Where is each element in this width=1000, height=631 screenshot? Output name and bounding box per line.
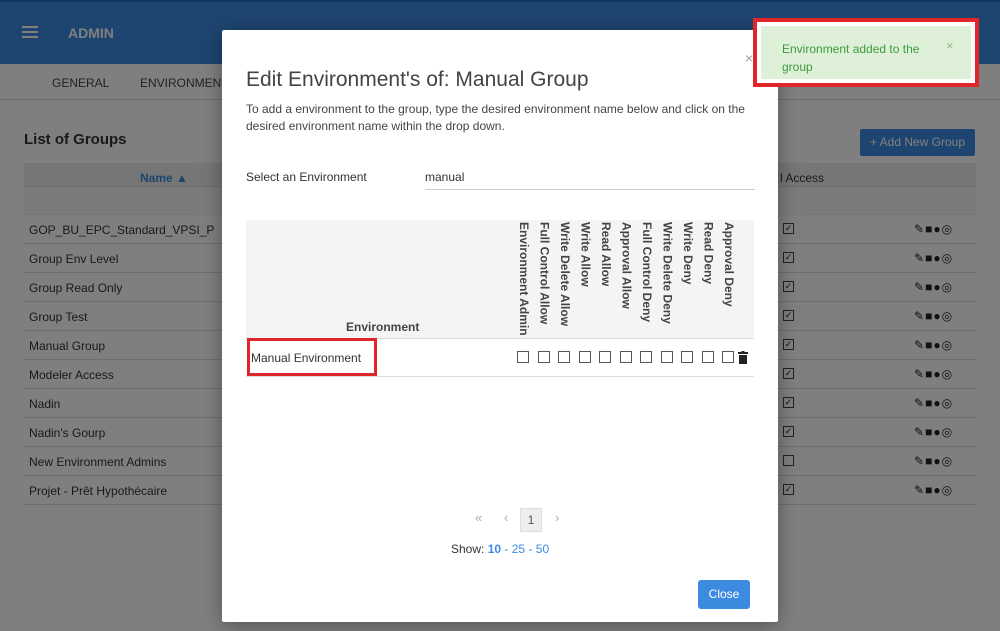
permission-column-header: Read Allow — [596, 222, 616, 337]
page-size-25[interactable]: 25 — [512, 542, 525, 556]
permission-checkbox[interactable] — [537, 351, 550, 363]
page-size-10[interactable]: 10 — [488, 542, 501, 556]
edit-environments-modal: × Edit Environment's of: Manual Group To… — [222, 30, 778, 622]
permission-column-header: Read Deny — [699, 222, 719, 337]
modal-close-icon[interactable]: × — [745, 50, 753, 66]
permission-checkbox[interactable] — [640, 351, 652, 363]
permission-column-label: Full Control Allow — [537, 222, 552, 325]
page-size-50[interactable]: 50 — [536, 542, 549, 556]
page-size-sep: - — [528, 542, 533, 556]
permission-column-header: Approval Allow — [617, 222, 637, 337]
permission-checkbox[interactable] — [517, 351, 529, 363]
permission-column-label: Environment Admin — [517, 222, 531, 336]
modal-description: To add a environment to the group, type … — [246, 102, 745, 133]
select-environment-label: Select an Environment — [246, 170, 367, 184]
toast-close-icon[interactable]: × — [946, 38, 954, 53]
modal-title: Edit Environment's of: Manual Group — [246, 68, 589, 91]
permission-column-header: Write Deny — [678, 222, 698, 337]
permission-checkbox[interactable] — [660, 351, 673, 363]
permission-checkbox[interactable] — [558, 351, 570, 363]
permission-checkbox[interactable] — [701, 351, 714, 363]
permission-column-header: Write Delete Deny — [658, 222, 678, 337]
permission-checkbox[interactable] — [619, 351, 632, 363]
permission-checkbox[interactable] — [722, 351, 734, 363]
highlight-box — [247, 338, 377, 376]
permission-column-label: Approval Allow — [619, 222, 634, 309]
page-size-selector: Show: 10 - 25 - 50 — [451, 542, 549, 556]
permissions-table-header: Environment Environment Admin Full Contro… — [246, 220, 754, 339]
show-label: Show: — [451, 542, 485, 556]
permission-column-label: Read Allow — [599, 222, 613, 287]
permission-column-label: Read Deny — [701, 222, 716, 285]
permission-column-header: Approval Deny — [719, 222, 739, 337]
permission-column-label: Write Delete Allow — [558, 222, 572, 327]
trash-icon[interactable] — [738, 351, 748, 364]
next-page-icon[interactable]: › — [555, 510, 559, 525]
column-header-environment: Environment — [346, 320, 420, 334]
permission-checkbox[interactable] — [599, 351, 611, 363]
permission-column-label: Write Deny — [681, 222, 695, 285]
permission-column-header: Full Control Deny — [637, 222, 657, 337]
permission-column-header: Write Delete Allow — [555, 222, 575, 337]
toast-highlight: Environment added to the group × — [753, 18, 979, 87]
toast-message: Environment added to the group — [782, 42, 920, 74]
pagination: « ‹ 1 › — [222, 508, 778, 532]
permission-column-header: Full Control Allow — [535, 222, 555, 337]
environment-search-input[interactable] — [425, 164, 755, 190]
permission-column-label: Approval Deny — [722, 222, 736, 307]
permission-column-header: Environment Admin — [514, 222, 534, 337]
first-page-icon[interactable]: « — [475, 510, 482, 525]
prev-page-icon[interactable]: ‹ — [504, 510, 508, 525]
permission-column-header: Write Allow — [576, 222, 596, 337]
permission-checkbox[interactable] — [681, 351, 693, 363]
close-button[interactable]: Close — [698, 580, 750, 609]
page-size-sep: - — [504, 542, 509, 556]
current-page[interactable]: 1 — [520, 508, 542, 532]
permission-column-label: Write Allow — [578, 222, 593, 287]
permission-column-label: Full Control Deny — [640, 222, 654, 322]
success-toast: Environment added to the group × — [761, 26, 971, 79]
permission-column-label: Write Delete Deny — [660, 222, 675, 324]
permission-checkbox[interactable] — [578, 351, 591, 363]
